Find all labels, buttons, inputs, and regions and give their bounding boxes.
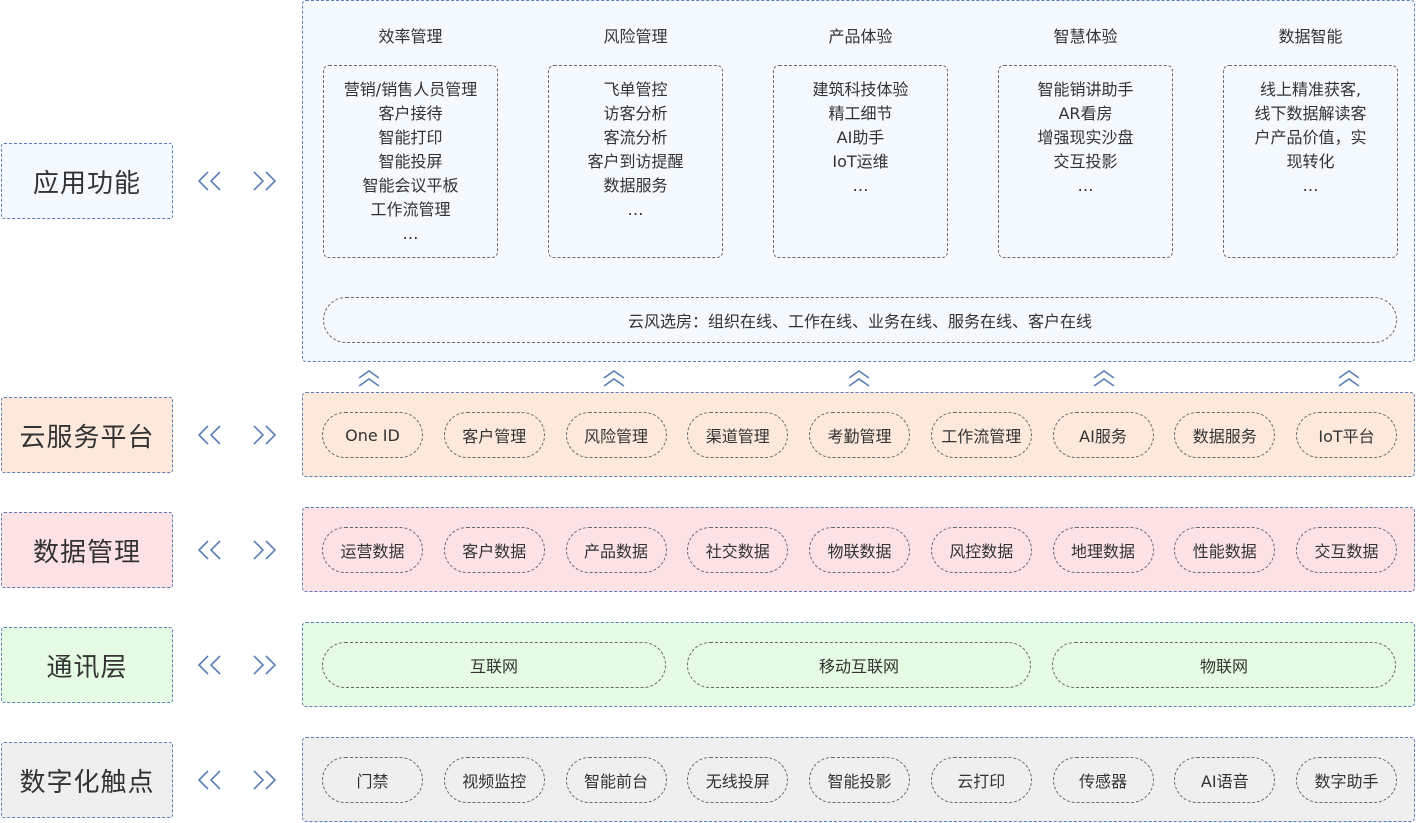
app-column-card: 建筑科技体验 精工细节 AI助手 IoT运维 … [773, 65, 948, 258]
double-chevron-left-icon [197, 425, 221, 445]
label-touch: 数字化触点 [1, 742, 173, 818]
app-item: 客户接待 [378, 104, 443, 123]
app-column-title: 效率管理 [378, 27, 443, 46]
app-item: 增强现实沙盘 [1037, 128, 1134, 147]
touchpoint-pill: AI语音 [1174, 757, 1276, 803]
double-chevron-up-icon [603, 370, 625, 387]
app-item: … [627, 200, 644, 219]
network-pill: 物联网 [1052, 642, 1396, 688]
layer-app: 云风选房：组织在线、工作在线、业务在线、服务在线、客户在线 效率管理营销/销售人… [302, 0, 1415, 362]
arrows-comm [196, 650, 278, 680]
touchpoint-pill: 智能前台 [565, 757, 667, 803]
cloud-service-pill: 考勤管理 [809, 412, 910, 458]
data-type-pill: 地理数据 [1052, 527, 1154, 573]
label-comm: 通讯层 [1, 627, 173, 703]
app-item: 客流分析 [603, 128, 668, 147]
app-column-title: 风险管理 [603, 27, 668, 46]
arrows-data [196, 535, 278, 565]
layer-touch: 门禁 视频监控 智能前台 无线投屏 智能投影 云打印 传感器 AI语音 数字助手 [302, 737, 1415, 822]
touchpoint-pill: 数字助手 [1296, 757, 1397, 803]
double-chevron-right-icon [253, 655, 277, 675]
app-item: 智能投屏 [378, 152, 443, 171]
label-app: 应用功能 [1, 143, 173, 219]
app-item: 线下数据解读客 [1254, 104, 1367, 123]
app-item: 访客分析 [603, 104, 668, 123]
double-chevron-up-icon [358, 370, 380, 387]
app-item: … [1077, 176, 1094, 195]
app-column-title: 产品体验 [828, 27, 893, 46]
data-type-pill: 性能数据 [1174, 527, 1276, 573]
double-chevron-right-icon [253, 425, 277, 445]
touchpoint-pill: 无线投屏 [687, 757, 789, 803]
app-item: 线上精准获客, [1259, 80, 1362, 99]
app-item: 数据服务 [603, 176, 668, 195]
app-item: AI助手 [836, 128, 885, 147]
app-item: AR看房 [1058, 104, 1113, 123]
touchpoint-pill: 门禁 [322, 757, 423, 803]
double-chevron-right-icon [253, 171, 277, 191]
app-banner: 云风选房：组织在线、工作在线、业务在线、服务在线、客户在线 [323, 297, 1397, 343]
app-column-title: 智慧体验 [1053, 27, 1118, 46]
double-chevron-up-icon [848, 370, 870, 387]
data-type-pill: 客户数据 [443, 527, 545, 573]
app-column-title: 数据智能 [1278, 27, 1343, 46]
app-item: … [1302, 176, 1319, 195]
cloud-service-pill: One ID [322, 412, 423, 458]
network-pill: 移动互联网 [687, 642, 1031, 688]
arrows-cloud [196, 420, 278, 450]
app-item: 户产品价值，实 [1254, 128, 1367, 147]
double-chevron-left-icon [197, 171, 221, 191]
double-chevron-right-icon [253, 770, 277, 790]
layer-data: 运营数据 客户数据 产品数据 社交数据 物联数据 风控数据 地理数据 性能数据 交互数据 [302, 507, 1415, 592]
app-item: 飞单管控 [603, 80, 668, 99]
app-item: 工作流管理 [370, 200, 451, 219]
label-data: 数据管理 [1, 512, 173, 588]
double-chevron-up-icon [1338, 370, 1360, 387]
data-type-pill: 社交数据 [687, 527, 789, 573]
double-chevron-right-icon [253, 540, 277, 560]
touchpoint-pill: 智能投影 [809, 757, 910, 803]
app-item: 营销/销售人员管理 [343, 80, 478, 99]
cloud-service-pill: AI服务 [1052, 412, 1154, 458]
app-item: 客户到访提醒 [587, 152, 684, 171]
data-type-pill: 风控数据 [930, 527, 1032, 573]
double-chevron-left-icon [197, 655, 221, 675]
app-item: 智能销讲助手 [1037, 80, 1134, 99]
data-type-pill: 产品数据 [565, 527, 667, 573]
app-item: 交互投影 [1053, 152, 1118, 171]
app-column-card: 飞单管控访客分析客流分析客户到访提醒 数据服务 … [548, 65, 723, 258]
double-chevron-left-icon [197, 770, 221, 790]
cloud-service-pill: 工作流管理 [930, 412, 1032, 458]
layer-comm: 互联网 移动互联网 物联网 [302, 622, 1415, 707]
app-item: … [852, 176, 869, 195]
touchpoint-pill: 视频监控 [443, 757, 545, 803]
layer-cloud: One ID 客户管理 风险管理 渠道管理 考勤管理 工作流管理 AI服务 数据服务 IoT平台 [302, 392, 1415, 477]
touchpoint-pill: 云打印 [930, 757, 1032, 803]
cloud-service-pill: 风险管理 [565, 412, 667, 458]
app-item: 智能会议平板 [362, 176, 459, 195]
double-chevron-left-icon [197, 540, 221, 560]
app-item: 现转化 [1286, 152, 1335, 171]
data-type-pill: 交互数据 [1296, 527, 1397, 573]
cloud-service-pill: 客户管理 [443, 412, 545, 458]
app-column-card: 营销/销售人员管理 客户接待智能打印智能投屏智能会议平板 工作流管理 … [323, 65, 498, 258]
cloud-service-pill: 渠道管理 [687, 412, 789, 458]
cloud-service-pill: IoT平台 [1296, 412, 1397, 458]
network-pill: 互联网 [322, 642, 666, 688]
touchpoint-pill: 传感器 [1052, 757, 1154, 803]
app-column-card: 线上精准获客, 线下数据解读客 户产品价值，实 现转化 … [1223, 65, 1398, 258]
app-item: IoT运维 [832, 152, 889, 171]
arrows-touch [196, 765, 278, 795]
cloud-service-pill: 数据服务 [1174, 412, 1276, 458]
app-item: 建筑科技体验 [812, 80, 909, 99]
double-chevron-up-icon [1093, 370, 1115, 387]
app-item: … [402, 224, 419, 243]
data-type-pill: 运营数据 [322, 527, 423, 573]
data-type-pill: 物联数据 [809, 527, 910, 573]
app-item: 精工细节 [828, 104, 893, 123]
app-item: 智能打印 [378, 128, 443, 147]
label-cloud: 云服务平台 [1, 397, 173, 473]
app-column-card: 智能销讲助手 AR看房增强现实沙盘 交互投影 … [998, 65, 1173, 258]
arrows-app [196, 166, 278, 196]
